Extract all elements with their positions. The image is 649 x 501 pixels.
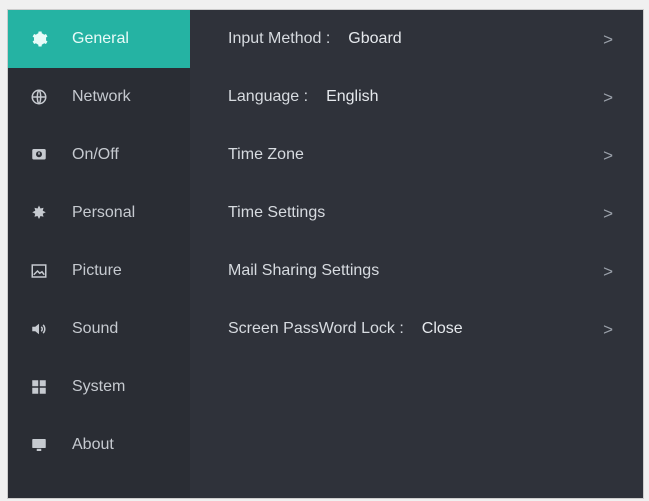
sidebar-item-label: System <box>72 378 126 395</box>
sidebar-item-system[interactable]: System <box>8 358 190 416</box>
sidebar-item-label: Picture <box>72 262 122 279</box>
sidebar-item-label: Sound <box>72 320 119 337</box>
sidebar-item-general[interactable]: General <box>8 10 190 68</box>
setting-value: Close <box>421 320 463 337</box>
setting-mail-sharing[interactable]: Mail Sharing Settings > <box>190 242 643 300</box>
system-icon <box>26 376 52 398</box>
setting-input-method[interactable]: Input Method : Gboard > <box>190 10 643 68</box>
chevron-right-icon: > <box>603 145 613 165</box>
chevron-right-icon: > <box>603 261 613 281</box>
about-monitor-icon <box>26 434 52 456</box>
setting-label: Language : <box>228 88 309 105</box>
person-icon <box>26 202 52 224</box>
sidebar-item-label: About <box>72 436 114 453</box>
speaker-icon <box>26 318 52 340</box>
sidebar-item-picture[interactable]: Picture <box>8 242 190 300</box>
general-settings-list: Input Method : Gboard > Language : Engli… <box>190 10 643 498</box>
sidebar-item-onoff[interactable]: On/Off <box>8 126 190 184</box>
setting-label: Input Method : <box>228 30 331 47</box>
chevron-right-icon: > <box>603 319 613 339</box>
sidebar-item-network[interactable]: Network <box>8 68 190 126</box>
sidebar-item-label: Personal <box>72 204 136 221</box>
picture-icon <box>26 260 52 282</box>
setting-label: Screen PassWord Lock : <box>228 320 404 337</box>
setting-value: English <box>326 88 379 105</box>
setting-time-zone[interactable]: Time Zone > <box>190 126 643 184</box>
setting-screen-password-lock[interactable]: Screen PassWord Lock : Close > <box>190 300 643 358</box>
sidebar-item-label: Network <box>72 88 131 105</box>
sidebar-item-about[interactable]: About <box>8 416 190 474</box>
setting-label: Time Zone <box>228 146 304 163</box>
power-schedule-icon <box>26 144 52 166</box>
network-icon <box>26 86 52 108</box>
sidebar-item-personal[interactable]: Personal <box>8 184 190 242</box>
sidebar: General Network On/Off Personal Picture … <box>8 10 190 498</box>
sidebar-item-label: General <box>72 30 129 47</box>
chevron-right-icon: > <box>603 87 613 107</box>
sidebar-item-sound[interactable]: Sound <box>8 300 190 358</box>
sidebar-item-label: On/Off <box>72 146 119 163</box>
setting-value: Gboard <box>348 30 402 47</box>
chevron-right-icon: > <box>603 203 613 223</box>
setting-time-settings[interactable]: Time Settings > <box>190 184 643 242</box>
setting-language[interactable]: Language : English > <box>190 68 643 126</box>
settings-panel: General Network On/Off Personal Picture … <box>8 10 643 498</box>
setting-label: Time Settings <box>228 204 326 221</box>
gear-icon <box>26 28 52 50</box>
chevron-right-icon: > <box>603 29 613 49</box>
setting-label: Mail Sharing Settings <box>228 262 380 279</box>
